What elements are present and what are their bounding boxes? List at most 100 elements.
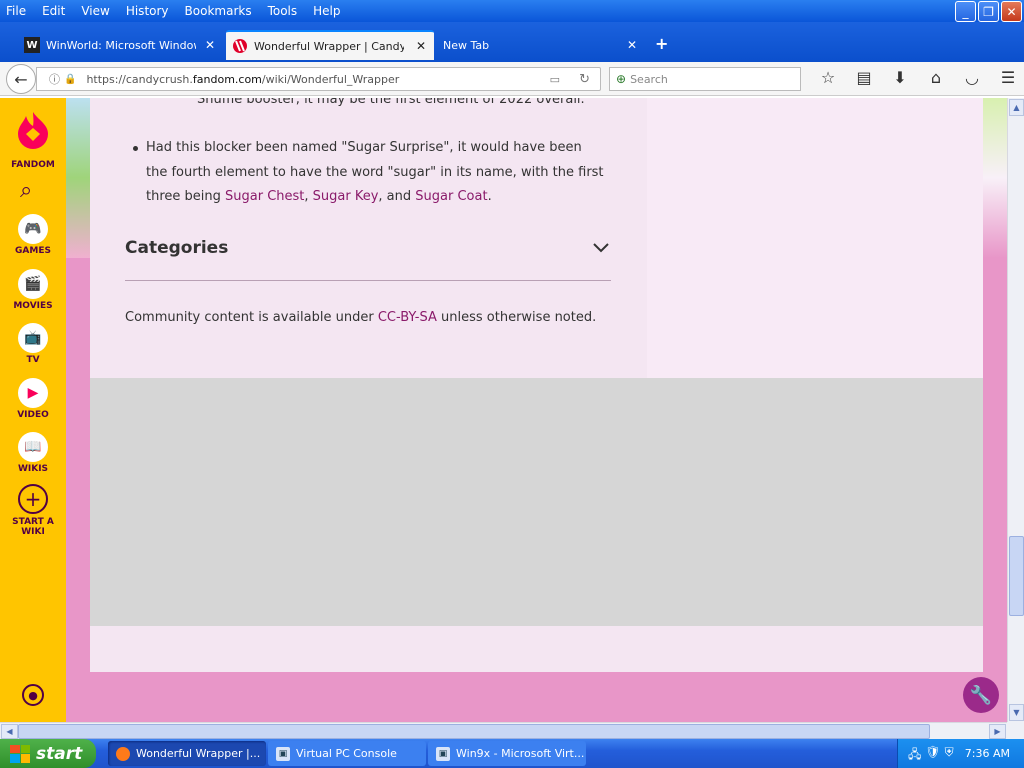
window-controls: _ ❐ ✕ [955,1,1022,22]
link-sugar-key[interactable]: Sugar Key [313,189,379,204]
clock[interactable]: 7:36 AM [965,747,1010,760]
search-icon[interactable]: ⌕ [20,178,32,203]
wrench-icon[interactable]: 🔧 [963,677,999,713]
background-decoration [983,98,1007,258]
article-text-partial: Shuffle booster, it may be the first ele… [197,98,585,107]
home-icon[interactable]: ⌂ [918,68,954,87]
reader-view-icon[interactable]: ▭ [550,73,560,86]
virtual-pc-icon: ▣ [276,746,290,761]
task-win9x[interactable]: ▣ Win9x - Microsoft Virt... [428,741,586,766]
tab-close-icon[interactable]: ✕ [627,38,637,52]
license-notice: Community content is available under CC-… [125,310,597,325]
menu-bookmarks[interactable]: Bookmarks [177,4,260,18]
nav-games[interactable]: 🎮 GAMES [0,214,66,256]
nav-video[interactable]: ▶ VIDEO [0,378,66,420]
winworld-favicon-icon: W [24,37,40,53]
scroll-right-icon[interactable]: ▶ [989,724,1006,739]
fandom-sidebar: FANDOM ⌕ 🎮 GAMES 🎬 MOVIES 📺 TV ▶ VIDEO 📖… [0,98,66,722]
pocket-icon[interactable]: ◡ [954,68,990,87]
minimize-button[interactable]: _ [955,1,976,22]
search-placeholder: Search [630,72,668,86]
nav-tv[interactable]: 📺 TV [0,323,66,365]
taskbar: start Wonderful Wrapper |... ▣ Virtual P… [0,739,1024,768]
menu-bar: File Edit View History Bookmarks Tools H… [0,0,1024,22]
background-decoration [66,98,90,258]
tab-new[interactable]: New Tab ✕ [437,30,645,60]
menu-edit[interactable]: Edit [34,4,73,18]
firefox-icon [116,746,130,761]
scroll-left-icon[interactable]: ◀ [1,724,18,739]
info-icon[interactable]: ⓘ [49,71,60,87]
divider [125,280,611,281]
menu-file[interactable]: File [0,4,34,18]
menu-history[interactable]: History [118,4,177,18]
candy-favicon-icon [232,38,248,54]
address-bar[interactable]: ⓘ 🔒 https://candycrush.fandom.com/wiki/W… [36,67,601,91]
scroll-up-icon[interactable]: ▲ [1009,99,1024,116]
tab-strip: W WinWorld: Microsoft Windows... ✕ Wonde… [0,22,1024,62]
gamepad-icon: 🎮 [18,214,48,244]
tab-close-icon[interactable]: ✕ [205,38,215,52]
tab-close-icon[interactable]: ✕ [416,39,426,53]
trivia-bullet: Had this blocker been named "Sugar Surpr… [133,136,606,210]
vertical-scrollbar[interactable]: ▲ ▼ [1007,98,1024,722]
scroll-corner [1007,722,1024,739]
download-icon[interactable]: ⬇ [882,68,918,87]
horizontal-scrollbar[interactable]: ◀ ▶ [0,722,1007,739]
clapperboard-icon: 🎬 [18,269,48,299]
scroll-thumb[interactable] [1009,536,1024,616]
nav-wikis[interactable]: 📖 WIKIS [0,432,66,474]
reload-icon[interactable]: ↻ [579,72,590,87]
hamburger-menu-icon[interactable]: ☰ [990,68,1024,87]
scroll-down-icon[interactable]: ▼ [1009,704,1024,721]
close-button[interactable]: ✕ [1001,1,1022,22]
ad-placeholder [90,378,983,626]
user-avatar-icon[interactable]: ● [22,684,44,706]
plus-icon[interactable]: + [18,484,48,514]
system-tray: 🖧 🛡 ⛨ 7:36 AM [897,739,1024,768]
toolbar-icons: ☆ ▤ ⬇ ⌂ ◡ ☰ [810,68,1024,87]
scroll-thumb[interactable] [18,724,930,739]
security-icon[interactable]: 🛡 [925,745,940,766]
license-link[interactable]: CC-BY-SA [378,310,437,325]
task-virtual-pc-console[interactable]: ▣ Virtual PC Console [268,741,426,766]
windows-logo-icon [10,744,30,763]
article-content: Shuffle booster, it may be the first ele… [90,98,647,378]
fandom-logo-label: FANDOM [11,160,55,170]
nav-bar: ⓘ 🔒 https://candycrush.fandom.com/wiki/W… [0,62,1024,96]
search-input[interactable]: ⊕ Search [609,67,801,91]
virtual-pc-icon: ▣ [436,746,450,761]
link-sugar-coat[interactable]: Sugar Coat [415,189,487,204]
tab-label: Wonderful Wrapper | Candy ... [254,39,404,53]
lock-icon: 🔒 [64,73,77,85]
chevron-down-icon[interactable] [593,240,609,256]
menu-help[interactable]: Help [305,4,348,18]
book-icon: 📖 [18,432,48,462]
url-text: https://candycrush.fandom.com/wiki/Wonde… [86,72,400,86]
categories-heading[interactable]: Categories [125,238,228,258]
nav-movies[interactable]: 🎬 MOVIES [0,269,66,311]
menu-tools[interactable]: Tools [260,4,306,18]
start-wiki-label[interactable]: START A WIKI [0,517,66,537]
tv-icon: 📺 [18,323,48,353]
play-icon: ▶ [18,378,48,408]
bookmark-star-icon[interactable]: ☆ [810,68,846,87]
network-icon[interactable]: 🖧 [908,745,921,766]
task-firefox[interactable]: Wonderful Wrapper |... [108,741,266,766]
tab-winworld[interactable]: W WinWorld: Microsoft Windows... ✕ [18,30,223,60]
right-rail [647,98,983,378]
restore-button[interactable]: ❐ [978,1,999,22]
menu-view[interactable]: View [73,4,117,18]
search-engine-icon: ⊕ [616,72,627,86]
tab-wonderful-wrapper[interactable]: Wonderful Wrapper | Candy ... ✕ [226,30,434,60]
start-button[interactable]: start [0,739,96,768]
shield-icon[interactable]: ⛨ [945,745,954,766]
back-button[interactable]: ← [6,64,36,94]
tab-label: New Tab [443,38,490,52]
new-tab-plus-icon[interactable]: + [655,34,668,53]
footer-spacer [90,626,983,672]
link-sugar-chest[interactable]: Sugar Chest [225,189,304,204]
fandom-logo-icon[interactable] [14,108,52,152]
tab-label: WinWorld: Microsoft Windows... [46,38,196,52]
bookmarks-list-icon[interactable]: ▤ [846,68,882,87]
